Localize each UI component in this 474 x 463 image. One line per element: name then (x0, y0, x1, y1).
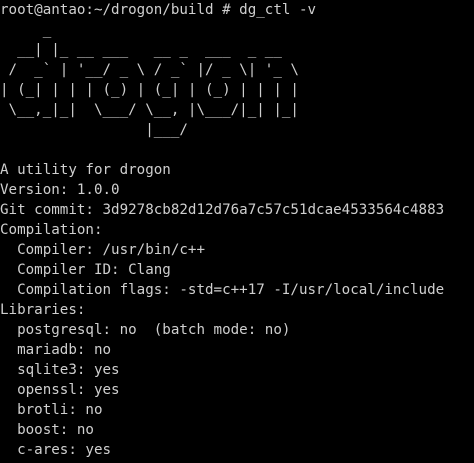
banner-line: / _` | '__/ _ \ / _` |/ _ \| '_ \ (0, 62, 299, 78)
banner-line: |___/ (0, 122, 188, 138)
output-line-c-ares: c-ares: yes (0, 442, 112, 458)
command-line: root@antao:~/drogon/build # dg_ctl -v (0, 0, 316, 20)
output-line-sqlite3: sqlite3: yes (0, 362, 120, 378)
output-line-compiler: Compiler: /usr/bin/c++ (0, 242, 205, 258)
banner-line: \__,_|_| \___/ \__, |\___/|_| |_| (0, 102, 299, 118)
output-line-brotli: brotli: no (0, 402, 103, 418)
output-line-version: Version: 1.0.0 (0, 182, 120, 198)
output-line-compilation-flags: Compilation flags: -std=c++17 -I/usr/loc… (0, 282, 445, 298)
output-line-git-commit: Git commit: 3d9278cb82d12d76a7c57c51dcae… (0, 202, 445, 218)
banner-line: | (_| | | | (_) | (_| | (_) | | | | (0, 82, 299, 98)
output-line-compilation-header: Compilation: (0, 222, 103, 238)
output-line-boost: boost: no (0, 422, 94, 438)
command-text: dg_ctl -v (239, 2, 317, 18)
terminal-window[interactable]: root@antao:~/drogon/build # dg_ctl -v _ … (0, 0, 474, 463)
banner-line: __| |_ __ ___ __ _ ___ _ __ (0, 42, 282, 58)
output-line-postgresql: postgresql: no (batch mode: no) (0, 322, 291, 338)
output-line-mariadb: mariadb: no (0, 342, 112, 358)
output-line-compiler-id: Compiler ID: Clang (0, 262, 171, 278)
banner-line: _ (0, 22, 52, 38)
shell-prompt: root@antao:~/drogon/build # (0, 2, 240, 18)
output-line-description: A utility for drogon (0, 162, 171, 178)
output-line-libraries-header: Libraries: (0, 302, 86, 318)
output-line-openssl: openssl: yes (0, 382, 120, 398)
